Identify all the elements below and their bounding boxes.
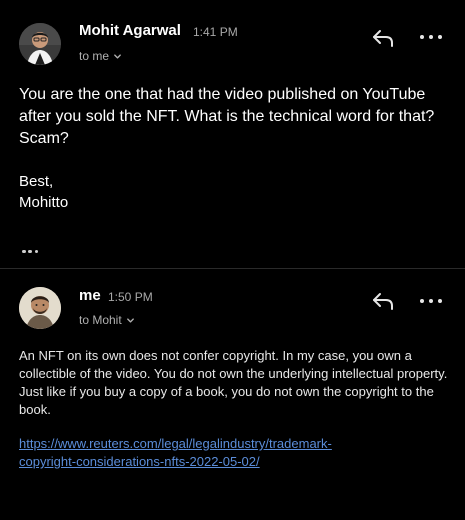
email-message: Mohit Agarwal 1:41 PM to me You are the … <box>0 0 465 268</box>
ellipsis-icon <box>22 249 26 254</box>
message-time: 1:41 PM <box>193 25 238 39</box>
sender-avatar[interactable] <box>19 23 61 65</box>
link-text-line: https://www.reuters.com/legal/legalindus… <box>19 436 332 451</box>
recipient-details-toggle[interactable]: to me <box>79 49 122 63</box>
recipient-details-toggle[interactable]: to Mohit <box>79 313 135 327</box>
recipient-label: to me <box>79 49 110 63</box>
person-photo-avatar-icon <box>19 23 61 65</box>
reply-arrow-icon <box>373 30 393 47</box>
recipient-label: to Mohit <box>79 313 122 327</box>
message-time: 1:50 PM <box>108 290 153 304</box>
show-trimmed-content-button[interactable] <box>22 249 38 254</box>
message-text: You are the one that had the video publi… <box>19 86 435 147</box>
link-text-line: copyright-considerations-nfts-2022-05-02… <box>19 454 260 469</box>
sender-avatar[interactable] <box>19 287 61 329</box>
signature-closing: Best, <box>19 173 54 190</box>
signature-name: Mohitto <box>19 194 69 211</box>
more-horizontal-icon <box>420 299 424 303</box>
email-message: me 1:50 PM to Mohit An NFT on its own do… <box>0 269 465 520</box>
more-options-button[interactable] <box>420 297 442 305</box>
reply-arrow-icon <box>373 293 393 310</box>
chevron-down-icon <box>126 317 134 323</box>
message-body: An NFT on its own does not confer copyri… <box>19 348 448 417</box>
signature: Best, Mohitto <box>19 171 68 213</box>
more-horizontal-icon <box>420 35 424 39</box>
article-link[interactable]: https://www.reuters.com/legal/legalindus… <box>19 435 449 471</box>
sender-name[interactable]: Mohit Agarwal <box>79 22 181 39</box>
person-photo-avatar-icon <box>19 287 61 329</box>
sender-name[interactable]: me <box>79 287 101 304</box>
chevron-down-icon <box>114 53 121 59</box>
message-body: You are the one that had the video publi… <box>19 84 449 150</box>
reply-button[interactable] <box>371 28 395 48</box>
more-options-button[interactable] <box>420 33 442 41</box>
reply-button[interactable] <box>371 291 395 311</box>
